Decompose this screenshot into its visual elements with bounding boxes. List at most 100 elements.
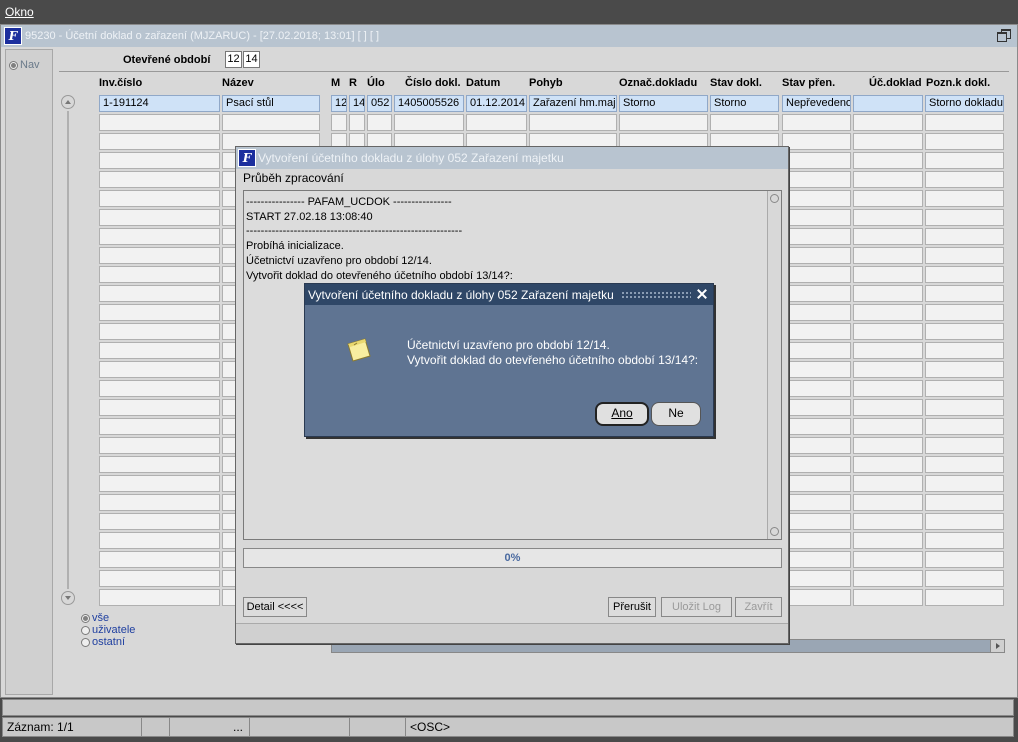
grid-cell[interactable]: [782, 570, 851, 587]
grid-cell[interactable]: Storno: [619, 95, 708, 112]
grid-cell[interactable]: [99, 456, 220, 473]
grid-cell[interactable]: [925, 228, 1004, 245]
grid-cell[interactable]: [925, 589, 1004, 606]
grid-cell[interactable]: [853, 342, 923, 359]
grid-cell[interactable]: [925, 513, 1004, 530]
grid-cell[interactable]: [99, 190, 220, 207]
grid-cell[interactable]: [782, 380, 851, 397]
grid-cell[interactable]: [925, 475, 1004, 492]
grid-cell[interactable]: [782, 114, 851, 131]
save-log-button[interactable]: Uložit Log: [661, 597, 732, 617]
grid-cell[interactable]: 052: [367, 95, 392, 112]
filter-others[interactable]: ostatní: [81, 637, 135, 648]
grid-cell[interactable]: [99, 152, 220, 169]
grid-cell[interactable]: [853, 171, 923, 188]
grid-cell[interactable]: [925, 171, 1004, 188]
grid-cell[interactable]: [99, 494, 220, 511]
grid-cell[interactable]: [782, 209, 851, 226]
grid-cell[interactable]: [99, 475, 220, 492]
grid-cell[interactable]: [222, 114, 320, 131]
grid-cell[interactable]: [925, 570, 1004, 587]
grid-cell[interactable]: [466, 114, 527, 131]
grid-cell[interactable]: [99, 304, 220, 321]
grid-cell[interactable]: [99, 380, 220, 397]
grid-cell[interactable]: [619, 114, 708, 131]
grid-cell[interactable]: [782, 247, 851, 264]
grid-cell[interactable]: [99, 418, 220, 435]
grid-cell[interactable]: [853, 399, 923, 416]
period-month-field[interactable]: 12: [225, 51, 242, 68]
grid-cell[interactable]: [782, 361, 851, 378]
grid-cell[interactable]: [99, 228, 220, 245]
grid-cell[interactable]: 14: [349, 95, 365, 112]
grid-cell[interactable]: [782, 456, 851, 473]
grid-cell[interactable]: [782, 342, 851, 359]
grid-cell[interactable]: [782, 133, 851, 150]
grid-cell[interactable]: [99, 551, 220, 568]
grid-cell[interactable]: [853, 152, 923, 169]
grid-cell[interactable]: [782, 418, 851, 435]
grid-cell[interactable]: 1405005526: [394, 95, 464, 112]
grid-scroll-up-icon[interactable]: [61, 95, 75, 109]
grid-cell[interactable]: [925, 304, 1004, 321]
grid-cell[interactable]: [853, 114, 923, 131]
grid-cell[interactable]: [853, 532, 923, 549]
grid-cell[interactable]: [99, 209, 220, 226]
scroll-right-icon[interactable]: [990, 640, 1004, 652]
grid-cell[interactable]: [925, 399, 1004, 416]
filter-users[interactable]: uživatele: [81, 625, 135, 636]
grid-cell[interactable]: [782, 323, 851, 340]
grid-cell[interactable]: [853, 323, 923, 340]
grid-cell[interactable]: 1-191124: [99, 95, 220, 112]
grid-cell[interactable]: [853, 209, 923, 226]
grid-cell[interactable]: [853, 380, 923, 397]
grid-cell[interactable]: [853, 494, 923, 511]
grid-cell[interactable]: [99, 532, 220, 549]
grid-cell[interactable]: [853, 247, 923, 264]
grid-cell[interactable]: [853, 437, 923, 454]
grid-cell[interactable]: [99, 323, 220, 340]
grid-cell[interactable]: [853, 285, 923, 302]
grid-cell[interactable]: [710, 114, 779, 131]
grid-cell[interactable]: [853, 418, 923, 435]
grid-cell[interactable]: [925, 247, 1004, 264]
grid-scroll-down-icon[interactable]: [61, 591, 75, 605]
filter-all[interactable]: vše: [81, 613, 135, 624]
log-scrollbar[interactable]: [767, 191, 781, 539]
grid-cell[interactable]: [782, 437, 851, 454]
grid-cell[interactable]: [782, 494, 851, 511]
grid-cell[interactable]: [925, 133, 1004, 150]
detail-button[interactable]: Detail <<<<: [243, 597, 307, 617]
grid-cell[interactable]: [99, 437, 220, 454]
grid-cell[interactable]: [782, 399, 851, 416]
grid-cell[interactable]: [925, 209, 1004, 226]
grid-cell[interactable]: [925, 114, 1004, 131]
grid-cell[interactable]: [853, 513, 923, 530]
grid-cell[interactable]: [853, 570, 923, 587]
grid-cell[interactable]: [925, 494, 1004, 511]
grid-cell[interactable]: 12: [331, 95, 347, 112]
grid-cell[interactable]: [394, 114, 464, 131]
grid-cell[interactable]: [782, 152, 851, 169]
grid-cell[interactable]: Zařazení hm.maje: [529, 95, 617, 112]
grid-cell[interactable]: [99, 266, 220, 283]
grid-cell[interactable]: [853, 456, 923, 473]
grid-cell[interactable]: Psací stůl: [222, 95, 320, 112]
grid-cell[interactable]: [853, 475, 923, 492]
no-button[interactable]: Ne: [651, 402, 701, 426]
log-scroll-up-icon[interactable]: [770, 194, 779, 203]
abort-button[interactable]: Přerušit: [608, 597, 656, 617]
grid-cell[interactable]: [925, 266, 1004, 283]
grid-cell[interactable]: 01.12.2014: [466, 95, 527, 112]
grid-cell[interactable]: [925, 152, 1004, 169]
grid-cell[interactable]: [782, 513, 851, 530]
grid-cell[interactable]: [99, 589, 220, 606]
grid-cell[interactable]: [853, 304, 923, 321]
grid-cell[interactable]: [925, 190, 1004, 207]
grid-cell[interactable]: [925, 342, 1004, 359]
period-year-field[interactable]: 14: [243, 51, 260, 68]
grid-cell[interactable]: [331, 114, 347, 131]
grid-cell[interactable]: [782, 190, 851, 207]
grid-cell[interactable]: Storno: [710, 95, 779, 112]
grid-cell[interactable]: [853, 266, 923, 283]
